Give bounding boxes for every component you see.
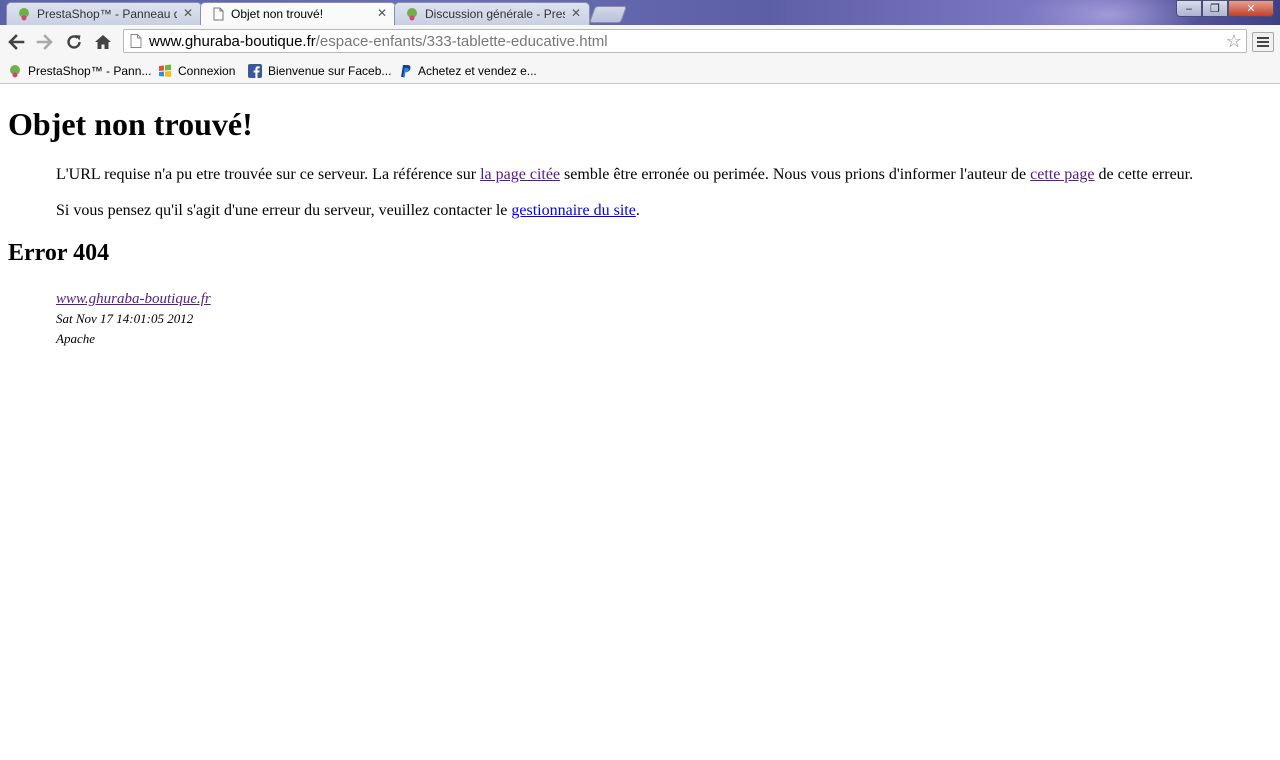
- referring-page-link[interactable]: la page citée: [480, 166, 560, 183]
- message-text: semble être erronée ou perimée. Nous vou…: [560, 166, 1031, 183]
- address-bar[interactable]: www.ghuraba-boutique.fr/espace-enfants/3…: [123, 29, 1247, 53]
- page-title: Objet non trouvé!: [8, 106, 253, 142]
- server-signature: www.ghuraba-boutique.fr Sat Nov 17 14:01…: [56, 289, 211, 349]
- prestashop-icon: [10, 65, 20, 78]
- new-tab-button[interactable]: [588, 6, 628, 23]
- bookmark-prestashop[interactable]: PrestaShop™ - Pann...: [8, 63, 151, 79]
- error-message-paragraph: L'URL requise n'a pu etre trouvée sur ce…: [56, 166, 1193, 184]
- forward-button[interactable]: [34, 31, 56, 53]
- server-name: Apache: [56, 331, 95, 346]
- contact-paragraph: Si vous pensez qu'il s'agit d'une erreur…: [56, 202, 640, 220]
- error-code-heading: Error 404: [8, 240, 110, 266]
- bookmark-connexion[interactable]: Connexion: [158, 63, 235, 79]
- bookmark-label: Connexion: [178, 64, 236, 78]
- tab-label: Discussion générale - Pres: [425, 7, 565, 21]
- tab-strip: PrestaShop™ - Panneau d ✕ Objet non trou…: [0, 0, 1280, 25]
- tab-prestashop-panel[interactable]: PrestaShop™ - Panneau d ✕: [6, 2, 202, 25]
- url-text: www.ghuraba-boutique.fr/espace-enfants/3…: [149, 33, 608, 50]
- windows-flag-icon: [159, 64, 171, 77]
- bookmark-facebook[interactable]: Bienvenue sur Faceb...: [248, 63, 391, 79]
- message-text: .: [635, 202, 640, 219]
- bookmark-label: Achetez et vendez e...: [418, 64, 537, 78]
- site-admin-link[interactable]: gestionnaire du site: [511, 202, 635, 219]
- tab-label: PrestaShop™ - Panneau d: [37, 7, 177, 21]
- site-link[interactable]: www.ghuraba-boutique.fr: [56, 291, 211, 307]
- prestashop-icon: [19, 8, 29, 21]
- url-path: /espace-enfants/333-tablette-educative.h…: [315, 33, 608, 50]
- tab-discussion-generale[interactable]: Discussion générale - Pres ✕: [394, 2, 590, 25]
- reload-icon: [67, 35, 81, 49]
- chrome-menu-button[interactable]: [1252, 32, 1274, 52]
- close-window-button[interactable]: ✕: [1228, 0, 1274, 17]
- bookmarks-bar: PrestaShop™ - Pann... Connexion Bienvenu…: [0, 58, 1280, 84]
- author-page-link[interactable]: cette page: [1030, 166, 1094, 183]
- page-icon: [130, 34, 142, 48]
- tab-label: Objet non trouvé!: [231, 7, 324, 21]
- forward-arrow-icon: [36, 34, 53, 50]
- back-button[interactable]: [5, 31, 27, 53]
- url-host: www.ghuraba-boutique.fr: [149, 33, 316, 50]
- server-date: Sat Nov 17 14:01:05 2012: [56, 311, 194, 326]
- reload-button[interactable]: [63, 31, 85, 53]
- page-content: Objet non trouvé! L'URL requise n'a pu e…: [0, 84, 1280, 760]
- window-background-glow: [1020, 0, 1200, 25]
- tab-close-icon[interactable]: ✕: [183, 6, 193, 20]
- restore-button[interactable]: ❐: [1202, 0, 1228, 17]
- facebook-icon: [248, 64, 262, 78]
- paypal-icon: [401, 65, 411, 78]
- message-text: Si vous pensez qu'il s'agit d'une erreur…: [56, 202, 512, 219]
- message-text: de cette erreur.: [1094, 166, 1194, 183]
- bookmark-star-icon[interactable]: ☆: [1226, 31, 1242, 52]
- tab-close-icon[interactable]: ✕: [571, 6, 581, 20]
- bookmark-paypal[interactable]: Achetez et vendez e...: [398, 63, 537, 79]
- tab-close-icon[interactable]: ✕: [377, 6, 387, 20]
- page-icon: [213, 7, 224, 21]
- minimize-button[interactable]: ‒: [1176, 0, 1202, 17]
- bookmark-label: PrestaShop™ - Pann...: [28, 64, 152, 78]
- prestashop-icon: [407, 8, 417, 21]
- bookmark-label: Bienvenue sur Faceb...: [268, 64, 392, 78]
- window-controls: ‒ ❐ ✕: [1176, 0, 1274, 18]
- back-arrow-icon: [8, 34, 25, 50]
- home-icon: [95, 35, 111, 49]
- home-button[interactable]: [92, 31, 114, 53]
- message-text: L'URL requise n'a pu etre trouvée sur ce…: [56, 166, 481, 183]
- tab-objet-non-trouve[interactable]: Objet non trouvé! ✕: [200, 2, 396, 25]
- browser-toolbar: www.ghuraba-boutique.fr/espace-enfants/3…: [0, 25, 1280, 58]
